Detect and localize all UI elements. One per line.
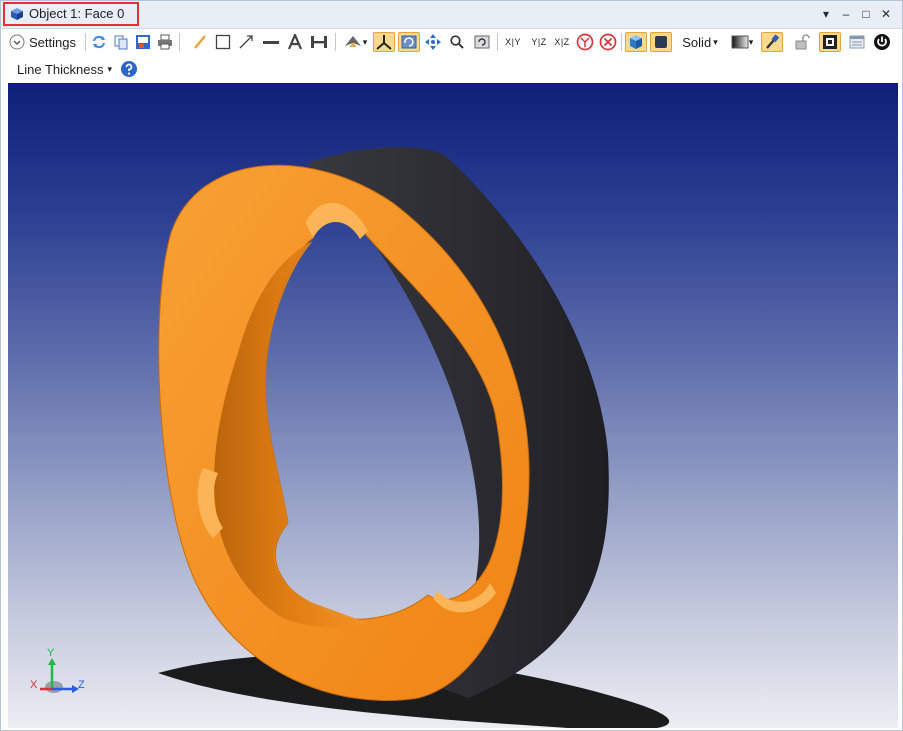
print-icon — [158, 34, 172, 50]
pencil-icon — [194, 35, 206, 49]
text-tool-button[interactable] — [286, 32, 304, 52]
fit-frame-icon — [823, 35, 837, 49]
zoom-button[interactable] — [448, 32, 466, 52]
title-bar[interactable]: Object 1: Face 0 ▾ – □ ✕ — [1, 1, 902, 29]
ring-part-render — [158, 147, 670, 728]
hide-rays-button[interactable] — [575, 32, 595, 52]
minimize-button[interactable]: – — [837, 5, 855, 23]
save-image-icon — [136, 35, 150, 49]
brush-button[interactable] — [761, 32, 783, 52]
no-rays-icon — [576, 33, 594, 51]
window-title: Object 1: Face 0 — [29, 6, 125, 21]
dark-square-icon — [655, 36, 667, 48]
axis-rotate-button[interactable] — [373, 32, 395, 52]
settings-label: Settings — [29, 34, 76, 50]
cancel-circle-icon — [599, 33, 617, 51]
rotate-view-button[interactable] — [398, 32, 420, 52]
reset-view-icon — [474, 35, 490, 49]
shaded-cube-icon — [630, 35, 642, 49]
pan-button[interactable] — [424, 32, 442, 52]
axis-label-x: X — [30, 679, 38, 691]
arrow-icon — [239, 35, 253, 49]
axis-triad: Y X Z — [30, 647, 90, 708]
line-tool-button[interactable] — [261, 32, 281, 52]
view-xz-label: X|Z — [554, 37, 570, 47]
window-menu-button[interactable]: ▾ — [817, 5, 835, 23]
text-icon — [287, 34, 303, 50]
window-layout-icon — [849, 35, 865, 49]
airplane-icon — [344, 36, 361, 47]
axes-icon — [376, 35, 392, 50]
save-image-button[interactable] — [134, 32, 152, 52]
rectangle-tool-button[interactable] — [214, 32, 232, 52]
toolbar-separator — [621, 33, 622, 51]
lock-button[interactable] — [791, 32, 813, 52]
view-orientation-dropdown[interactable]: ▾ — [340, 32, 370, 52]
secondary-toolbar: Line Thickness ▾ — [1, 56, 902, 81]
maximize-button[interactable]: □ — [857, 5, 875, 23]
refresh-icon — [93, 35, 105, 49]
dropdown-arrow: ▾ — [107, 63, 113, 74]
window-layout-button[interactable] — [847, 32, 867, 52]
toolbar-separator — [179, 33, 180, 51]
gradient-icon — [731, 35, 749, 49]
close-button[interactable]: ✕ — [877, 5, 895, 23]
solid-view-button[interactable] — [625, 32, 647, 52]
view-yz-button[interactable]: Y|Z — [527, 32, 551, 52]
refresh-button[interactable] — [90, 32, 108, 52]
dropdown-arrow: ▾ — [713, 36, 718, 47]
toolbar-separator — [335, 33, 336, 51]
shade-mode-dropdown[interactable]: Solid ▾ — [678, 32, 722, 52]
toolbar-separator — [85, 33, 86, 51]
view-xy-label: X|Y — [505, 37, 521, 47]
cube-icon — [11, 8, 23, 20]
axis-label-z: Z — [78, 679, 85, 691]
rectangle-icon — [215, 34, 231, 50]
help-icon — [121, 61, 137, 77]
lock-icon — [795, 34, 810, 50]
axis-label-y: Y — [47, 647, 55, 659]
reset-view-button[interactable] — [472, 32, 492, 52]
view-yz-label: Y|Z — [531, 37, 547, 47]
dimension-icon — [311, 36, 327, 48]
brush-icon — [766, 34, 780, 49]
arrow-tool-button[interactable] — [237, 32, 255, 52]
main-toolbar: Settings ▾ X|Y Y|Z X|Z Solid ▾ ▾ — [1, 29, 902, 55]
line-thickness-dropdown[interactable]: Line Thickness ▾ — [17, 59, 113, 79]
rotate-view-icon — [401, 35, 417, 49]
pencil-tool-button[interactable] — [191, 32, 209, 52]
magnifier-icon — [450, 35, 464, 49]
pan-arrows-icon — [425, 34, 441, 50]
fit-view-button[interactable] — [819, 32, 841, 52]
shade-mode-label: Solid — [682, 34, 712, 50]
toolbar-separator — [497, 33, 498, 51]
power-icon — [874, 34, 890, 50]
3d-viewport[interactable]: Y X Z — [8, 83, 898, 728]
auto-update-button[interactable] — [871, 32, 893, 52]
line-thickness-label: Line Thickness — [17, 61, 104, 77]
background-dropdown[interactable]: ▾ — [727, 32, 757, 52]
chevron-circle-icon — [9, 34, 25, 50]
dropdown-arrow: ▾ — [748, 36, 754, 47]
print-button[interactable] — [156, 32, 174, 52]
viewer-window: Object 1: Face 0 ▾ – □ ✕ Settings ▾ X|Y … — [0, 0, 903, 731]
view-xy-button[interactable]: X|Y — [501, 32, 525, 52]
view-xz-button[interactable]: X|Z — [550, 32, 574, 52]
clear-button[interactable] — [598, 32, 618, 52]
line-icon — [263, 41, 279, 44]
flat-view-button[interactable] — [650, 32, 672, 52]
copy-icon — [114, 35, 128, 50]
help-button[interactable] — [119, 59, 139, 79]
copy-button[interactable] — [112, 32, 130, 52]
settings-button[interactable]: Settings — [9, 32, 81, 52]
dropdown-arrow: ▾ — [362, 36, 368, 47]
dimension-tool-button[interactable] — [309, 32, 329, 52]
